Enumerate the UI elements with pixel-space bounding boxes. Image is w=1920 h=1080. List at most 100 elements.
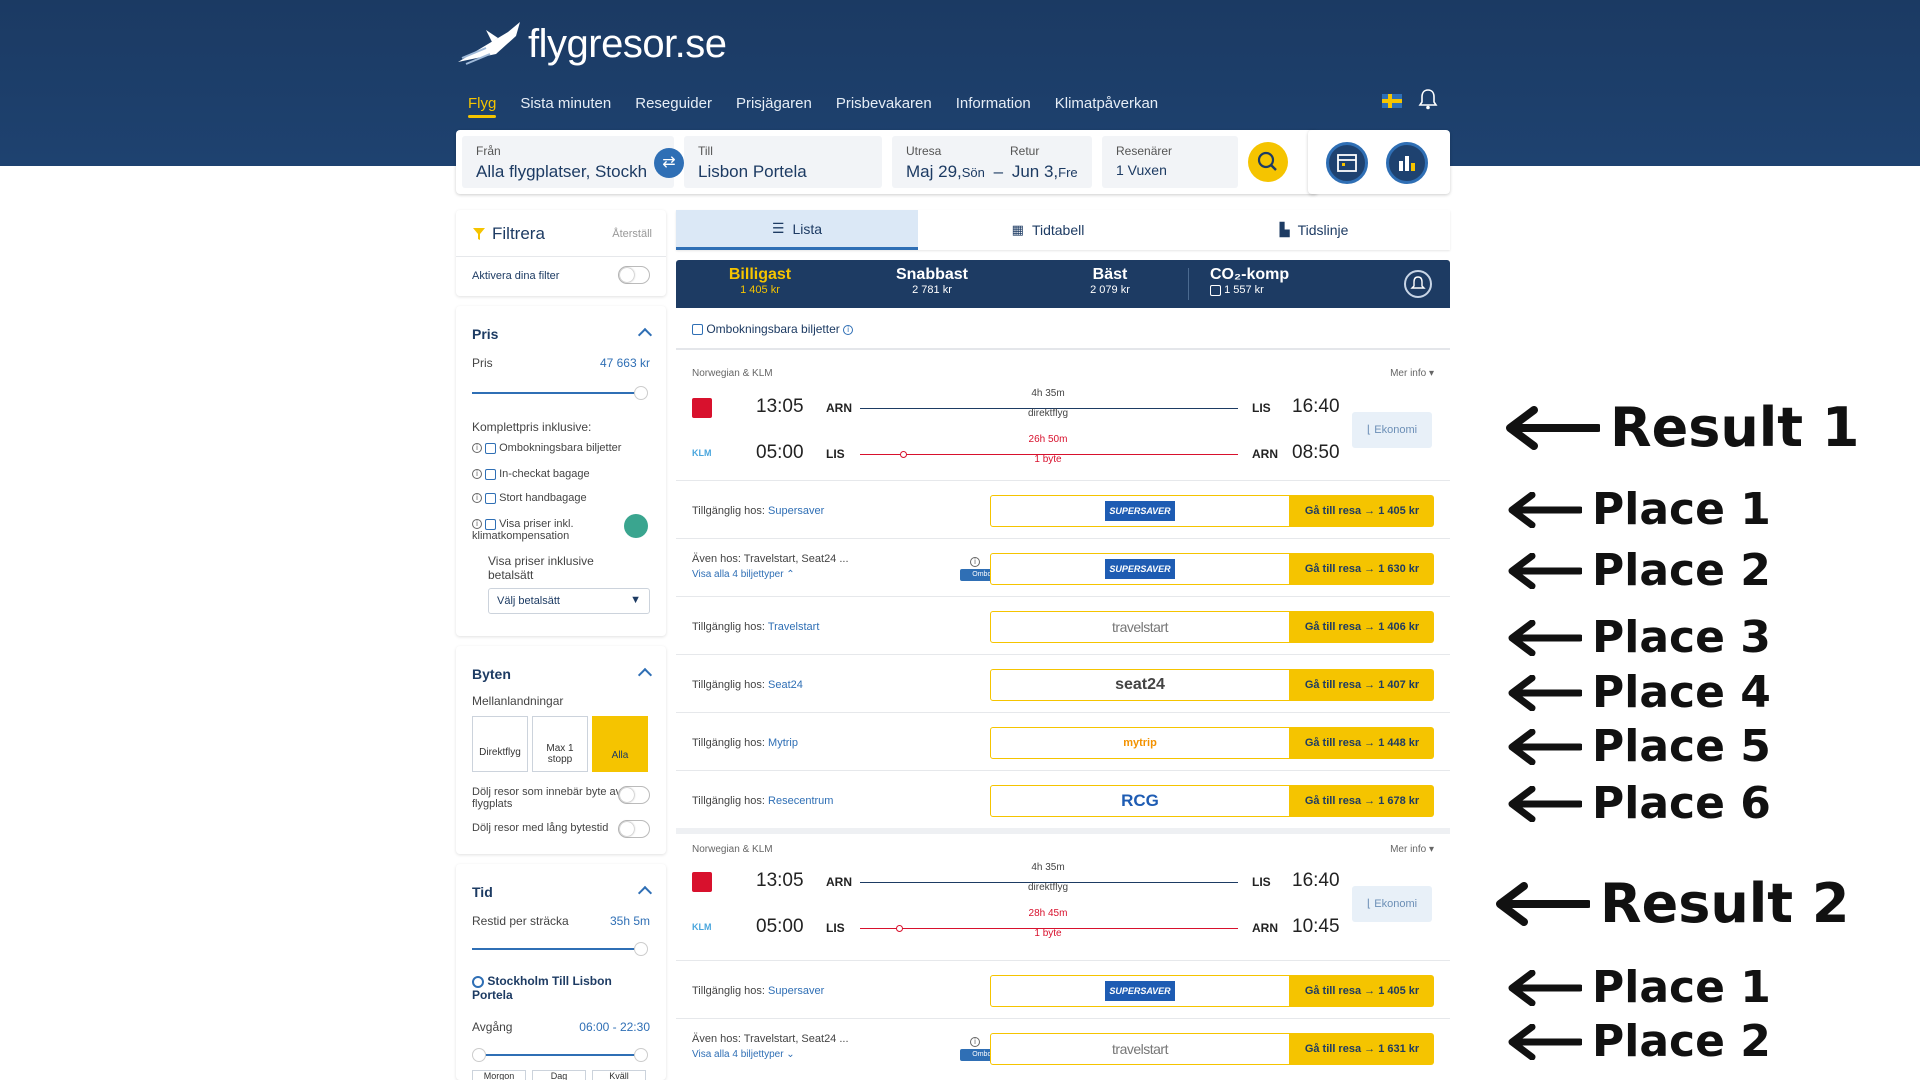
option-checked-bag[interactable]: i In-checkat bagage	[472, 468, 590, 480]
go-to-trip-button[interactable]: Gå till resa → 1 406 kr	[1290, 611, 1434, 643]
swap-icon[interactable]: ⇄	[654, 148, 684, 178]
sort-fastest[interactable]: Snabbast 2 781 kr	[872, 266, 992, 296]
checkbox[interactable]	[485, 518, 497, 530]
tab-tidslinje[interactable]: ▙ Tidslinje	[1178, 210, 1450, 250]
go-to-trip-button[interactable]: Gå till resa → 1 407 kr	[1290, 669, 1434, 701]
provider-name[interactable]: Resecentrum	[768, 795, 833, 807]
travelers-field[interactable]: Resenärer 1 Vuxen	[1102, 136, 1238, 188]
checkbox[interactable]	[692, 324, 703, 336]
left-arrow-icon	[1508, 728, 1582, 765]
result-card[interactable]: Norwegian & KLM Mer info ▾ 13:05 ARN 4h …	[676, 834, 1450, 960]
search-button[interactable]	[1248, 142, 1288, 182]
checkbox[interactable]	[485, 468, 497, 480]
available-label: Tillgänglig hos:	[692, 737, 765, 749]
reset-link[interactable]: Återställ	[612, 228, 652, 240]
nav-sista-minuten[interactable]: Sista minuten	[508, 92, 623, 118]
provider-logo[interactable]: RCG	[990, 785, 1290, 817]
go-to-trip-button[interactable]: Gå till resa → 1 630 kr	[1290, 553, 1434, 585]
provider-name[interactable]: Supersaver	[768, 505, 824, 517]
payment-select[interactable]: Välj betalsätt ▼	[488, 588, 650, 614]
nav-prisbevakaren[interactable]: Prisbevakaren	[824, 92, 944, 118]
checkbox[interactable]	[485, 442, 497, 454]
nav-flyg[interactable]: Flyg	[456, 92, 508, 118]
provider-name[interactable]: Travelstart	[768, 621, 820, 633]
price-alert-bell-icon[interactable]	[1404, 270, 1432, 298]
info-icon[interactable]: i	[843, 324, 854, 335]
provider-logo[interactable]: SUPERSAVER	[990, 553, 1290, 585]
to-field[interactable]: Till Lisbon Portela	[684, 136, 882, 188]
filter-sidebar: Filtrera Återställ Aktivera dina filter …	[456, 210, 666, 1080]
more-info-link[interactable]: Mer info ▾	[1390, 368, 1434, 379]
from-field[interactable]: Från Alla flygplatser, Stockh	[462, 136, 674, 188]
collapse-chevron-icon[interactable]	[637, 885, 653, 901]
show-all-ticket-types-link[interactable]: Visa alla 4 biljettyper ⌃	[692, 569, 795, 580]
rebookable-label[interactable]: Ombokningsbara biljetter	[706, 322, 839, 336]
available-at: Tillgänglig hos: Travelstart	[692, 621, 819, 633]
nav-prisjagaren[interactable]: Prisjägaren	[724, 92, 824, 118]
arrival-time: 16:40	[1292, 870, 1340, 891]
time-evening-button[interactable]: Kväll	[592, 1070, 646, 1080]
go-to-trip-button[interactable]: Gå till resa → 1 631 kr	[1290, 1033, 1434, 1065]
activate-filters-toggle[interactable]	[618, 266, 650, 284]
provider-logo[interactable]: travelstart	[990, 1033, 1290, 1065]
sort-title: Snabbast	[895, 266, 968, 283]
go-to-trip-button[interactable]: Gå till resa → 1 405 kr	[1290, 495, 1434, 527]
collapse-chevron-icon[interactable]	[637, 667, 653, 683]
checkbox[interactable]	[1210, 284, 1221, 296]
bell-icon[interactable]	[1418, 88, 1438, 110]
arrival-time: 08:50	[1292, 442, 1340, 463]
departure-time: 05:00	[756, 916, 804, 937]
stop-direct-button[interactable]: Direktflyg	[472, 716, 528, 772]
show-all-ticket-types-link[interactable]: Visa alla 4 biljettyper ⌄	[692, 1049, 795, 1060]
stop-all-button[interactable]: Alla	[592, 716, 648, 772]
annotation-place-6: Place 6	[1506, 778, 1771, 829]
option-large-cabin-bag[interactable]: i Stort handbagage	[472, 492, 587, 504]
provider-name[interactable]: Supersaver	[768, 985, 824, 997]
departure-slider-end-handle[interactable]	[634, 1048, 648, 1062]
filter-title: Filtrera	[492, 224, 545, 243]
provider-logo[interactable]: travelstart	[990, 611, 1290, 643]
hide-airport-change-toggle[interactable]	[618, 786, 650, 804]
left-arrow-icon	[1508, 491, 1582, 528]
nav-klimatpaverkan[interactable]: Klimatpåverkan	[1043, 92, 1170, 118]
more-info-link[interactable]: Mer info ▾	[1390, 844, 1434, 855]
time-morning-button[interactable]: Morgon	[472, 1070, 526, 1080]
swedish-flag-icon[interactable]	[1382, 94, 1402, 108]
collapse-chevron-icon[interactable]	[637, 327, 653, 343]
sort-best[interactable]: Bäst 2 079 kr	[1050, 266, 1170, 296]
travel-time-slider-handle[interactable]	[634, 942, 648, 956]
go-to-trip-button[interactable]: Gå till resa → 1 405 kr	[1290, 975, 1434, 1007]
option-climate[interactable]: i Visa priser inkl. klimatkompensation	[472, 518, 602, 542]
stop-max1-button[interactable]: Max 1 stopp	[532, 716, 588, 772]
provider-logo[interactable]: mytrip	[990, 727, 1290, 759]
sort-cheapest[interactable]: Billigast 1 405 kr	[700, 266, 820, 296]
provider-logo[interactable]: SUPERSAVER	[990, 975, 1290, 1007]
provider-logo[interactable]: SUPERSAVER	[990, 495, 1290, 527]
nav-reseguider[interactable]: Reseguider	[623, 92, 724, 118]
provider-name[interactable]: Seat24	[768, 679, 803, 691]
filter-panel: Filtrera Återställ Aktivera dina filter	[456, 210, 666, 296]
option-rebookable[interactable]: i Ombokningsbara biljetter	[472, 442, 621, 454]
result-card[interactable]: Norwegian & KLM Mer info ▾ 13:05 ARN 4h …	[676, 354, 1450, 480]
nav-information[interactable]: Information	[944, 92, 1043, 118]
checkbox[interactable]	[485, 492, 497, 504]
rebookable-filter-row: Ombokningsbara biljetter i	[676, 308, 1450, 350]
annotation-label: Place 5	[1592, 721, 1771, 772]
tab-lista[interactable]: ☰ Lista	[676, 210, 918, 250]
tab-tidtabell[interactable]: ▦ Tidtabell	[918, 210, 1178, 250]
price-slider-handle[interactable]	[634, 386, 648, 400]
calendar-icon[interactable]	[1326, 142, 1368, 184]
annotation-label: Place 2	[1592, 1016, 1771, 1067]
date-field[interactable]: Utresa Retur Maj 29,Sön – Jun 3,Fre	[892, 136, 1092, 188]
provider-name[interactable]: Mytrip	[768, 737, 798, 749]
hide-long-layover-toggle[interactable]	[618, 820, 650, 838]
sort-co2[interactable]: CO₂-komp 1 557 kr	[1210, 266, 1300, 296]
go-to-trip-button[interactable]: Gå till resa → 1 678 kr	[1290, 785, 1434, 817]
cta-label: Gå till resa →	[1304, 621, 1376, 633]
departure-slider-start-handle[interactable]	[472, 1048, 486, 1062]
flygresor-logo[interactable]: flygresor.se	[456, 14, 727, 74]
go-to-trip-button[interactable]: Gå till resa → 1 448 kr	[1290, 727, 1434, 759]
price-chart-icon[interactable]	[1386, 142, 1428, 184]
provider-logo[interactable]: seat24	[990, 669, 1290, 701]
time-day-button[interactable]: Dag	[532, 1070, 586, 1080]
